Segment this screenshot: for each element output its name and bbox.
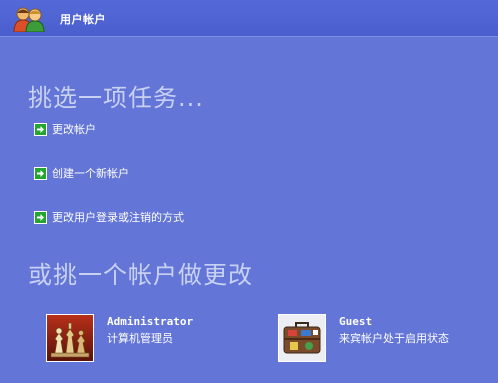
account-administrator[interactable]: Administrator 计算机管理员	[46, 314, 256, 362]
account-type: 来宾帐户处于启用状态	[339, 332, 449, 345]
task-create-account[interactable]: 创建一个新帐户	[34, 165, 129, 181]
window-title: 用户帐户	[60, 13, 106, 26]
task-label: 创建一个新帐户	[52, 167, 129, 180]
pick-account-heading: 或挑一个帐户做更改	[28, 261, 253, 289]
task-change-account[interactable]: 更改帐户	[34, 121, 96, 137]
chess-pieces-picture	[46, 314, 94, 362]
title-bar: 用户帐户	[0, 0, 498, 37]
pick-task-heading: 挑选一项任务...	[28, 84, 204, 112]
task-label: 更改用户登录或注销的方式	[52, 211, 184, 224]
task-label: 更改帐户	[52, 123, 96, 136]
green-arrow-icon	[34, 210, 47, 224]
account-type: 计算机管理员	[107, 332, 173, 345]
green-arrow-icon	[34, 122, 47, 136]
account-name: Guest	[339, 315, 373, 328]
suitcase-picture	[278, 314, 326, 362]
users-icon	[12, 6, 46, 33]
account-guest[interactable]: Guest 来宾帐户处于启用状态	[278, 314, 488, 362]
task-change-logon-method[interactable]: 更改用户登录或注销的方式	[34, 209, 184, 225]
account-name: Administrator	[107, 315, 194, 328]
green-arrow-icon	[34, 166, 47, 180]
